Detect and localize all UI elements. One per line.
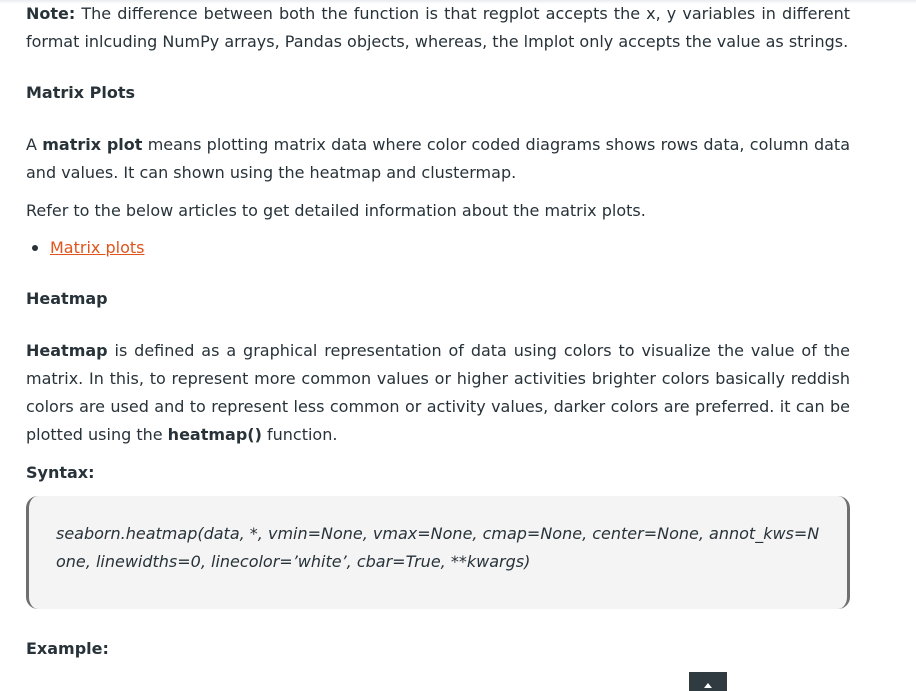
syntax-code-block: seaborn.heatmap(data, *, vmin=None, vmax… bbox=[26, 496, 850, 609]
heatmap-heading: Heatmap bbox=[26, 289, 108, 308]
note-paragraph: Note: The difference between both the fu… bbox=[26, 0, 850, 56]
syntax-code-text: seaborn.heatmap(data, *, vmin=None, vmax… bbox=[56, 524, 820, 571]
syntax-heading: Syntax: bbox=[26, 463, 95, 482]
heatmap-function-name: heatmap() bbox=[167, 425, 262, 444]
matrix-plots-link[interactable]: Matrix plots bbox=[50, 238, 144, 257]
matrix-plots-description: A matrix plot means plotting matrix data… bbox=[26, 131, 850, 187]
heatmap-desc-bold: Heatmap bbox=[26, 341, 108, 360]
note-label: Note: bbox=[26, 4, 76, 23]
note-text: The difference between both the function… bbox=[26, 4, 850, 51]
matrix-desc-prefix: A bbox=[26, 135, 43, 154]
article-links-list: Matrix plots bbox=[26, 234, 144, 262]
scroll-to-top-button[interactable] bbox=[689, 672, 727, 691]
matrix-desc-text: means plotting matrix data where color c… bbox=[26, 135, 851, 182]
heatmap-desc-text: is defined as a graphical representation… bbox=[26, 341, 850, 444]
heatmap-description: Heatmap is defined as a graphical repres… bbox=[26, 337, 850, 449]
chevron-up-icon bbox=[704, 683, 712, 688]
heatmap-function-suffix: function. bbox=[261, 425, 338, 444]
refer-paragraph: Refer to the below articles to get detai… bbox=[26, 201, 646, 220]
list-item: Matrix plots bbox=[26, 234, 144, 262]
matrix-desc-bold: matrix plot bbox=[42, 135, 143, 154]
matrix-plots-heading: Matrix Plots bbox=[26, 83, 136, 102]
example-heading: Example: bbox=[26, 639, 109, 658]
